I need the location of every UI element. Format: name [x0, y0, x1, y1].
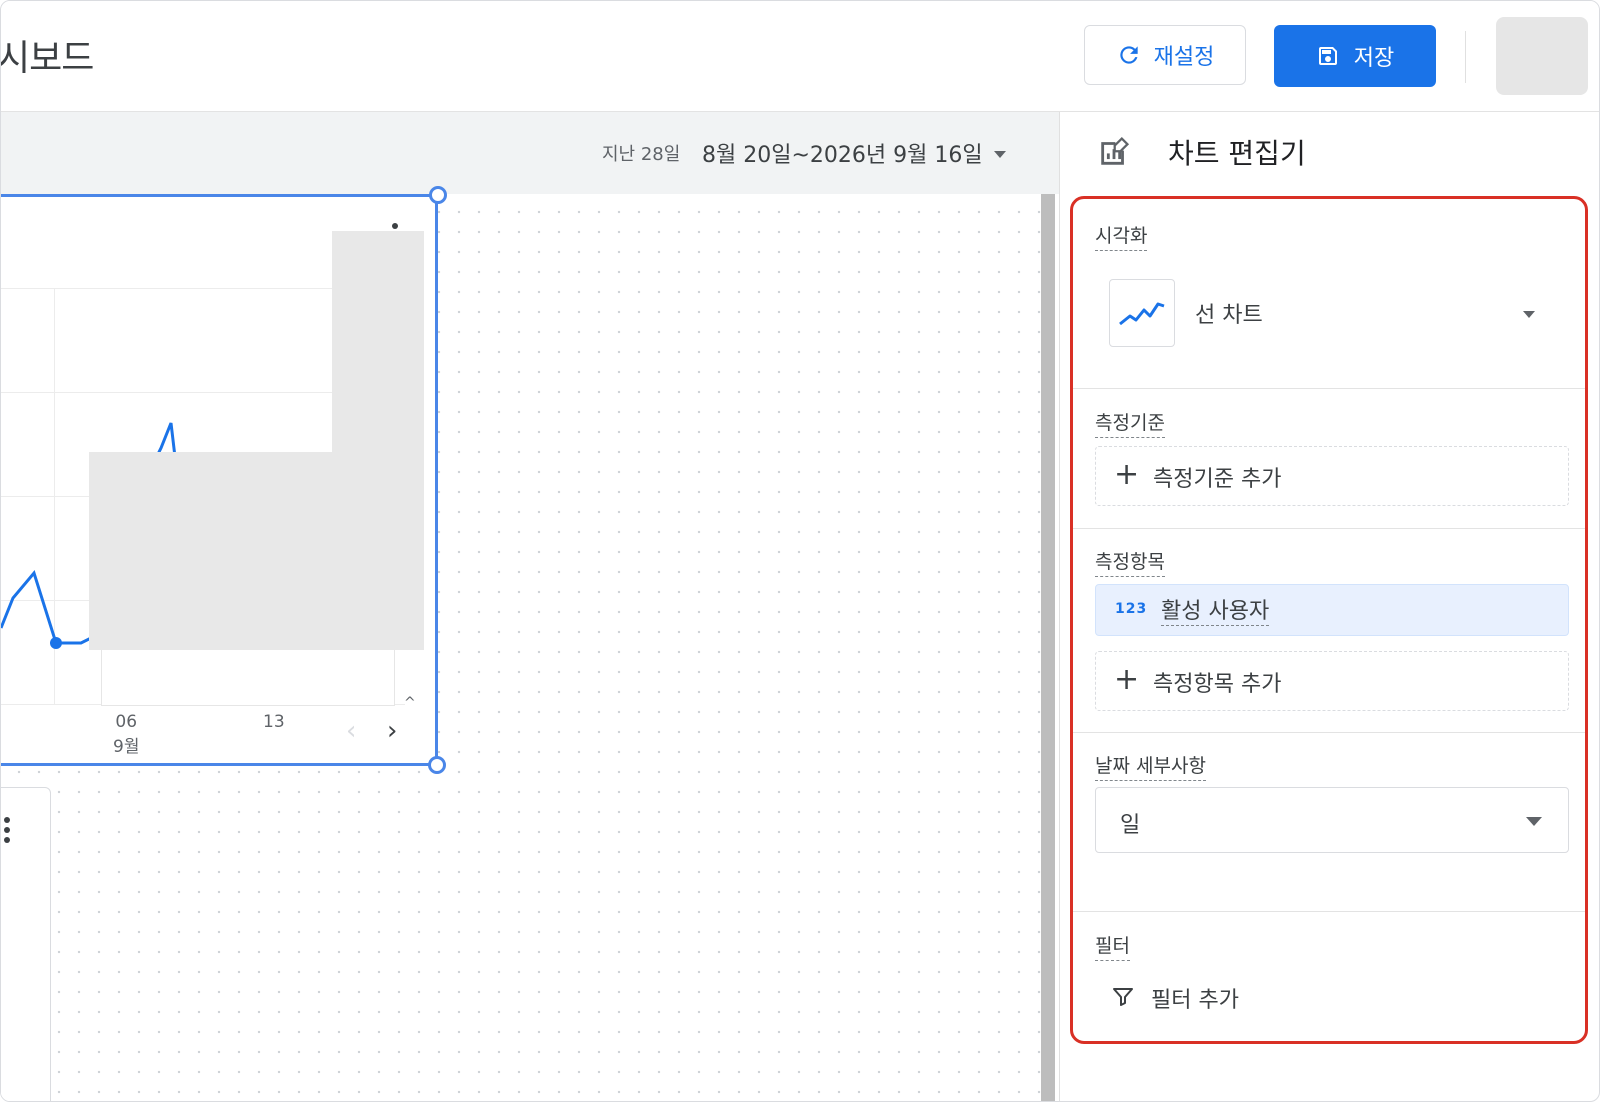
- refresh-icon: [1119, 46, 1138, 64]
- x-axis-tick: 06 9월: [113, 712, 140, 757]
- save-button[interactable]: 저장: [1274, 25, 1436, 87]
- chart-menu-icon[interactable]: [392, 223, 398, 229]
- highlight-box: [1070, 196, 1588, 1044]
- chart-edit-icon: [1101, 136, 1130, 165]
- page-title: 시보드: [0, 38, 94, 79]
- save-icon: [1318, 47, 1337, 65]
- chevron-left-icon[interactable]: ‹: [346, 716, 356, 746]
- card-menu-icon[interactable]: [4, 837, 10, 843]
- date-range-preset[interactable]: 지난 28일: [602, 140, 680, 166]
- app-window: 시보드 재설정 저장 지난 28일 8월 20일~2026년 9월 16일 06…: [0, 0, 1600, 1102]
- resize-handle[interactable]: [428, 756, 446, 774]
- reset-button[interactable]: 재설정: [1084, 25, 1246, 85]
- card-menu-icon[interactable]: [4, 827, 10, 833]
- chevron-down-icon[interactable]: [994, 151, 1006, 158]
- redacted-region: [89, 452, 424, 650]
- save-button-label: 저장: [1353, 46, 1395, 71]
- resize-handle[interactable]: [429, 186, 447, 204]
- secondary-card[interactable]: [1, 787, 51, 1101]
- canvas-scrollbar[interactable]: [1041, 194, 1055, 1101]
- header-divider: [1465, 31, 1466, 83]
- card-menu-icon[interactable]: [4, 817, 10, 823]
- panel-divider: [1059, 112, 1060, 1101]
- reset-button-label: 재설정: [1153, 45, 1215, 70]
- chevron-up-icon[interactable]: ^: [404, 695, 416, 711]
- chart-data-point: [50, 637, 62, 649]
- avatar[interactable]: [1496, 17, 1588, 95]
- date-range-value[interactable]: 8월 20일~2026년 9월 16일: [702, 137, 983, 169]
- tooltip-remnant: [101, 650, 395, 706]
- chevron-right-icon[interactable]: ›: [387, 716, 397, 746]
- x-axis-tick: 13: [263, 712, 285, 732]
- panel-title: 차트 편집기: [1168, 137, 1306, 170]
- top-header: 시보드 재설정 저장: [0, 1, 1599, 112]
